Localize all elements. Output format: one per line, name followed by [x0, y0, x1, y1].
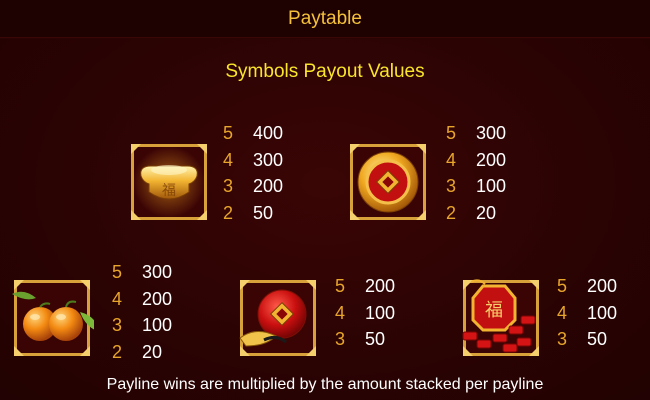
payout-row: 5 400: [223, 120, 283, 147]
symbol-gold-ingot: 福: [127, 140, 211, 224]
red-envelope-pouch-icon: [239, 280, 316, 356]
payout-count: 5: [223, 123, 234, 143]
symbol-firecrackers-payouts: 5 200 4 100 3 50: [557, 273, 617, 353]
symbol-oranges-payouts: 5 300 4 200 3 100 2 20: [112, 259, 172, 365]
payout-count: 3: [335, 329, 346, 349]
payout-row: 5 300: [446, 120, 506, 147]
payout-row: 2 50: [223, 200, 283, 227]
payout-count: 3: [112, 315, 123, 335]
payout-value: 100: [476, 176, 507, 196]
payout-count: 5: [446, 123, 457, 143]
section-title: Symbols Payout Values: [225, 61, 425, 82]
payout-row: 3 100: [112, 312, 172, 339]
payout-count: 5: [112, 262, 123, 282]
payout-row: 4 100: [557, 300, 617, 327]
payout-value: 300: [253, 149, 284, 170]
payout-value: 300: [476, 123, 507, 143]
payline-note: Payline wins are multiplied by the amoun…: [106, 376, 544, 393]
payout-value: 20: [476, 202, 497, 223]
paytable-header: Paytable: [0, 0, 650, 38]
payout-row: 2 20: [112, 339, 172, 366]
payout-count: 4: [557, 302, 568, 323]
payout-row: 3 100: [446, 173, 506, 200]
payout-row: 5 200: [335, 273, 395, 300]
payout-value: 300: [142, 262, 173, 282]
payout-count: 4: [223, 149, 234, 170]
paytable-content: [0, 39, 650, 400]
gold-coin-icon: [350, 144, 426, 220]
page-title: Paytable: [288, 7, 362, 29]
payout-value: 50: [253, 202, 274, 223]
payout-value: 400: [253, 123, 284, 143]
svg-text:福: 福: [485, 300, 503, 321]
payout-value: 200: [365, 276, 396, 296]
payout-count: 2: [112, 341, 123, 362]
payout-value: 100: [587, 302, 618, 323]
payout-row: 4 200: [112, 286, 172, 313]
payout-row: 4 200: [446, 147, 506, 174]
payout-value: 50: [587, 329, 608, 349]
payout-row: 3 200: [223, 173, 283, 200]
symbol-red-pouch: [236, 276, 320, 360]
payout-value: 200: [587, 276, 618, 296]
symbol-gold-coin-payouts: 5 300 4 200 3 100 2 20: [446, 120, 506, 226]
symbol-red-pouch-payouts: 5 200 4 100 3 50: [335, 273, 395, 353]
payout-row: 3 50: [557, 326, 617, 353]
firecrackers-icon: 福: [462, 279, 539, 356]
symbol-gold-ingot-payouts: 5 400 4 300 3 200 2 50: [223, 120, 283, 226]
payout-count: 3: [223, 176, 234, 196]
payout-count: 4: [112, 288, 123, 309]
payout-row: 5 200: [557, 273, 617, 300]
oranges-icon: [12, 280, 94, 356]
symbol-firecrackers: 福: [459, 276, 543, 360]
payout-count: 5: [335, 276, 346, 296]
payout-count: 2: [223, 202, 234, 223]
payout-count: 4: [446, 149, 457, 170]
payout-value: 200: [142, 288, 173, 309]
payout-value: 200: [253, 176, 284, 196]
payout-value: 100: [365, 302, 396, 323]
svg-text:福: 福: [162, 183, 176, 199]
payout-value: 200: [476, 149, 507, 170]
payout-count: 3: [446, 176, 457, 196]
payout-count: 3: [557, 329, 568, 349]
payout-row: 4 100: [335, 300, 395, 327]
payout-count: 5: [557, 276, 568, 296]
gold-ingot-icon: 福: [131, 144, 207, 220]
payout-count: 2: [446, 202, 457, 223]
payout-row: 3 50: [335, 326, 395, 353]
payout-row: 2 20: [446, 200, 506, 227]
payout-value: 20: [142, 341, 163, 362]
symbol-gold-coin: [346, 140, 430, 224]
payout-row: 5 300: [112, 259, 172, 286]
payout-count: 4: [335, 302, 346, 323]
symbol-oranges: [10, 276, 94, 360]
payout-row: 4 300: [223, 147, 283, 174]
payout-value: 50: [365, 329, 386, 349]
payout-value: 100: [142, 315, 173, 335]
